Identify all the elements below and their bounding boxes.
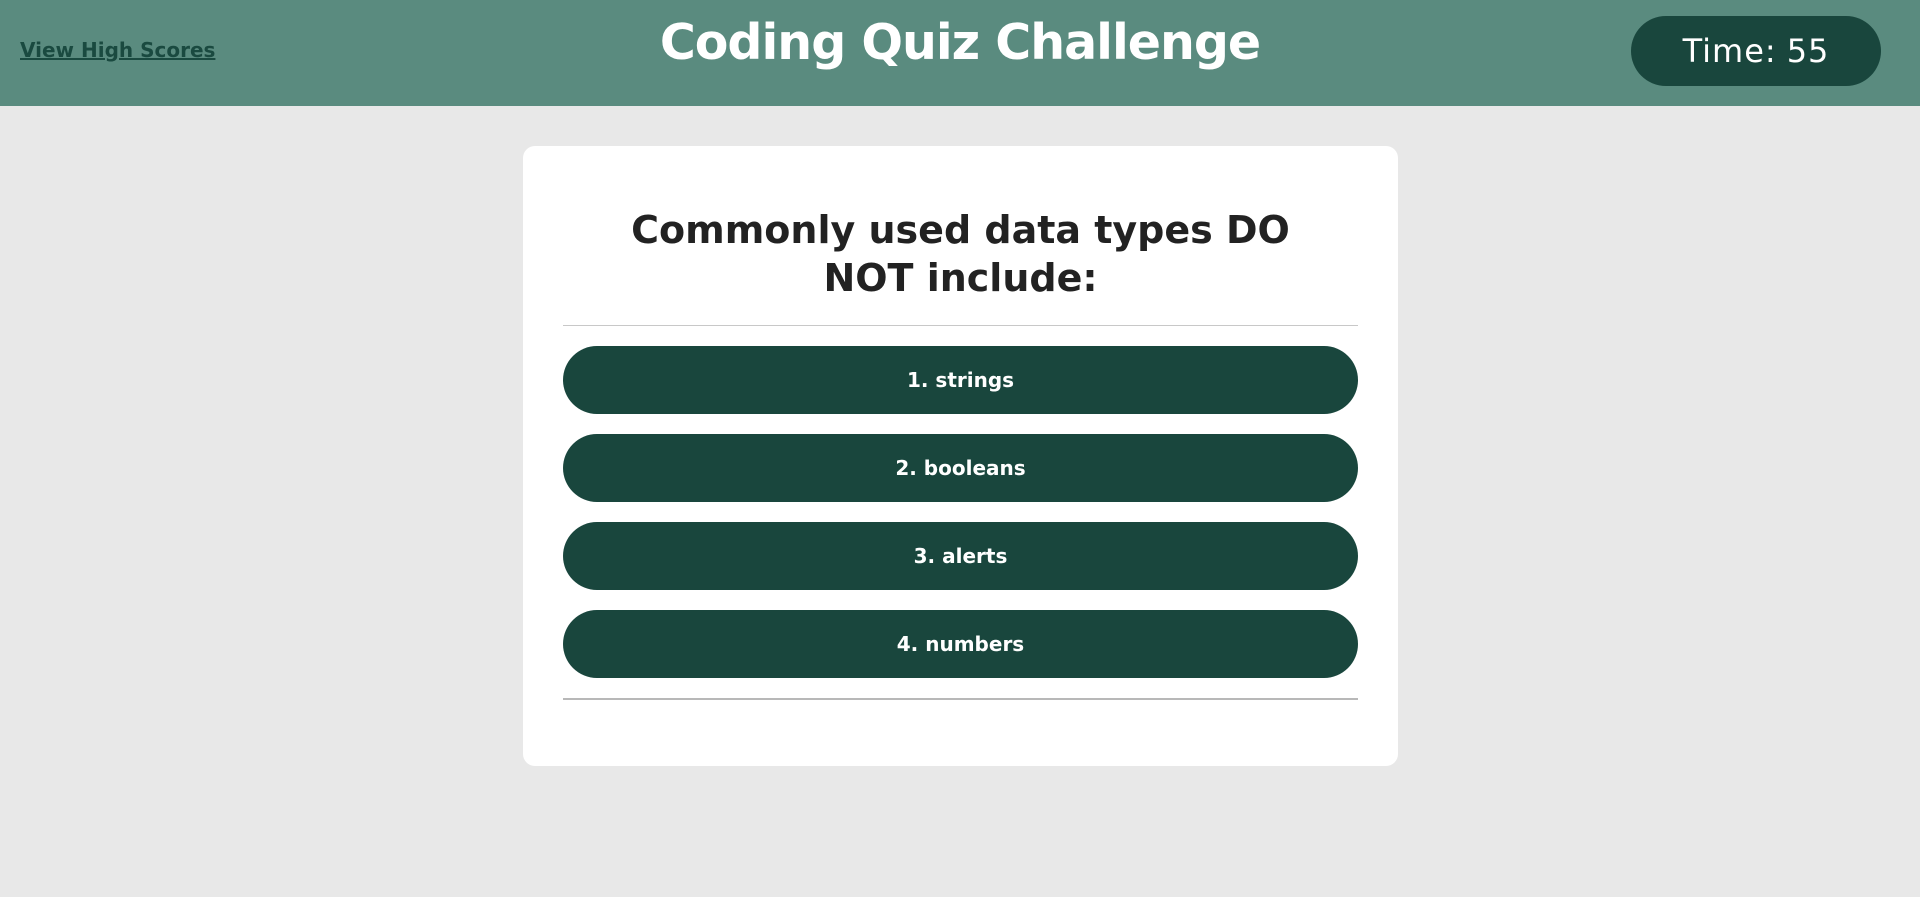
question-card: Commonly used data types DO NOT include:… [523,146,1398,766]
choice-button-1[interactable]: 1. strings [563,346,1358,414]
choice-button-4[interactable]: 4. numbers [563,610,1358,678]
timer-badge: Time: 55 [1631,16,1881,86]
choice-list: 1. strings 2. booleans 3. alerts 4. numb… [563,346,1358,678]
app-header: View High Scores Coding Quiz Challenge T… [0,0,1920,106]
divider-top [563,325,1358,326]
divider-bottom [563,698,1358,700]
timer-value: 55 [1786,32,1830,70]
choice-button-3[interactable]: 3. alerts [563,522,1358,590]
timer-label: Time: [1682,32,1777,70]
choice-button-2[interactable]: 2. booleans [563,434,1358,502]
question-text: Commonly used data types DO NOT include: [631,208,1290,300]
